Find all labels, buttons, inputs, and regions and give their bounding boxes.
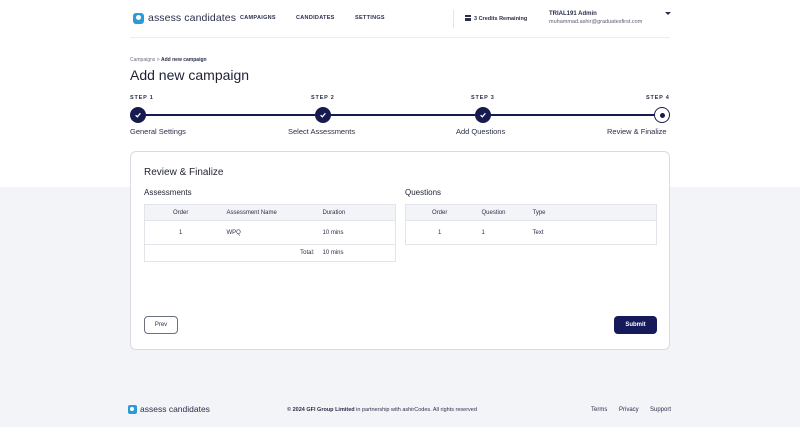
breadcrumb-current: Add new campaign xyxy=(161,57,207,63)
col-type: Type xyxy=(532,204,657,221)
assessments-header-row: Order Assessment Name Duration xyxy=(144,204,396,221)
step-3-check-icon[interactable] xyxy=(475,107,491,123)
total-label: Total: xyxy=(216,244,319,262)
assessments-title: Assessments xyxy=(144,188,192,197)
col-order: Order xyxy=(144,204,217,221)
assessments-table: Order Assessment Name Duration 1 WPQ 10 … xyxy=(144,204,396,262)
step-1-label: STEP 1 xyxy=(130,95,154,101)
col-assessment-name: Assessment Name xyxy=(216,204,319,221)
questions-title: Questions xyxy=(405,188,442,197)
prev-button[interactable]: Prev xyxy=(144,316,178,334)
cell-duration: 10 mins xyxy=(318,220,396,245)
step-2-label: STEP 2 xyxy=(311,95,335,101)
footer-logo-icon xyxy=(128,404,137,414)
footer-logo-text: assess candidates xyxy=(140,404,210,414)
step-4-current-dot-icon[interactable] xyxy=(654,107,670,123)
footer-copyright-owner: © 2024 GFI Group Limited xyxy=(287,407,355,413)
step-2-check-icon[interactable] xyxy=(315,107,331,123)
footer-copyright-rest: in partnership with ashirCodes. All righ… xyxy=(354,407,477,413)
header-divider xyxy=(453,10,454,28)
chevron-down-icon[interactable] xyxy=(665,12,671,15)
step-3-label: STEP 3 xyxy=(471,95,495,101)
header-divider-line xyxy=(130,37,670,38)
step-2-name: Select Assessments xyxy=(288,127,356,136)
brand-logo-text: assess candidates xyxy=(148,12,237,24)
brand-logo-icon xyxy=(133,12,144,24)
top-header: assess candidates CAMPAIGNS CANDIDATES S… xyxy=(0,0,800,38)
step-4-name: Review & Finalize xyxy=(607,127,667,136)
stepper-track xyxy=(146,114,654,116)
footer-link-terms[interactable]: Terms xyxy=(591,407,607,413)
credits-text: 3 Credits Remaining xyxy=(474,15,528,22)
nav-campaigns[interactable]: CAMPAIGNS xyxy=(240,15,276,21)
footer: assess candidates © 2024 GFI Group Limit… xyxy=(0,400,800,420)
cell-order: 1 xyxy=(144,220,217,245)
breadcrumb-separator: > xyxy=(156,57,160,63)
user-menu[interactable]: TRIAL191 Admin muhammad.ashir@graduatesf… xyxy=(549,11,642,25)
page-title: Add new campaign xyxy=(130,67,250,83)
step-1-name: General Settings xyxy=(130,127,186,136)
step-4-label: STEP 4 xyxy=(646,95,670,101)
credits-indicator: 3 Credits Remaining xyxy=(465,15,527,22)
footer-link-support[interactable]: Support xyxy=(650,407,671,413)
review-card: Review & Finalize Assessments Order Asse… xyxy=(130,151,670,350)
step-1-check-icon[interactable] xyxy=(130,107,146,123)
step-3-name: Add Questions xyxy=(456,127,506,136)
col-question: Question xyxy=(481,204,533,221)
cell-q-order: 1 xyxy=(405,220,482,245)
footer-copyright: © 2024 GFI Group Limited in partnership … xyxy=(287,407,477,413)
card-title: Review & Finalize xyxy=(144,167,224,178)
campaign-stepper: STEP 1 General Settings STEP 2 Select As… xyxy=(0,94,800,140)
footer-link-privacy[interactable]: Privacy xyxy=(619,407,639,413)
user-name: TRIAL191 Admin xyxy=(549,11,597,17)
col-q-order: Order xyxy=(405,204,482,221)
col-duration: Duration xyxy=(318,204,396,221)
total-value: 10 mins xyxy=(318,244,396,262)
submit-button[interactable]: Submit xyxy=(614,316,657,334)
credits-icon xyxy=(465,15,471,22)
brand-logo[interactable]: assess candidates xyxy=(133,12,236,24)
footer-logo[interactable]: assess candidates xyxy=(128,404,210,414)
table-row: 1 WPQ 10 mins xyxy=(144,220,396,245)
nav-candidates[interactable]: CANDIDATES xyxy=(296,15,335,21)
questions-header-row: Order Question Type xyxy=(405,204,657,221)
total-row: Total: 10 mins xyxy=(144,244,396,262)
breadcrumb-parent[interactable]: Campaigns xyxy=(130,57,155,63)
cell-question: 1 xyxy=(481,220,533,245)
user-email: muhammad.ashir@graduatesfirst.com xyxy=(549,19,643,25)
cell-type: Text xyxy=(532,220,657,245)
breadcrumb: Campaigns > Add new campaign xyxy=(130,57,207,63)
table-row: 1 1 Text xyxy=(405,220,657,245)
cell-assessment-name: WPQ xyxy=(216,220,319,245)
questions-table: Order Question Type 1 1 Text xyxy=(405,204,657,245)
nav-settings[interactable]: SETTINGS xyxy=(355,15,385,21)
